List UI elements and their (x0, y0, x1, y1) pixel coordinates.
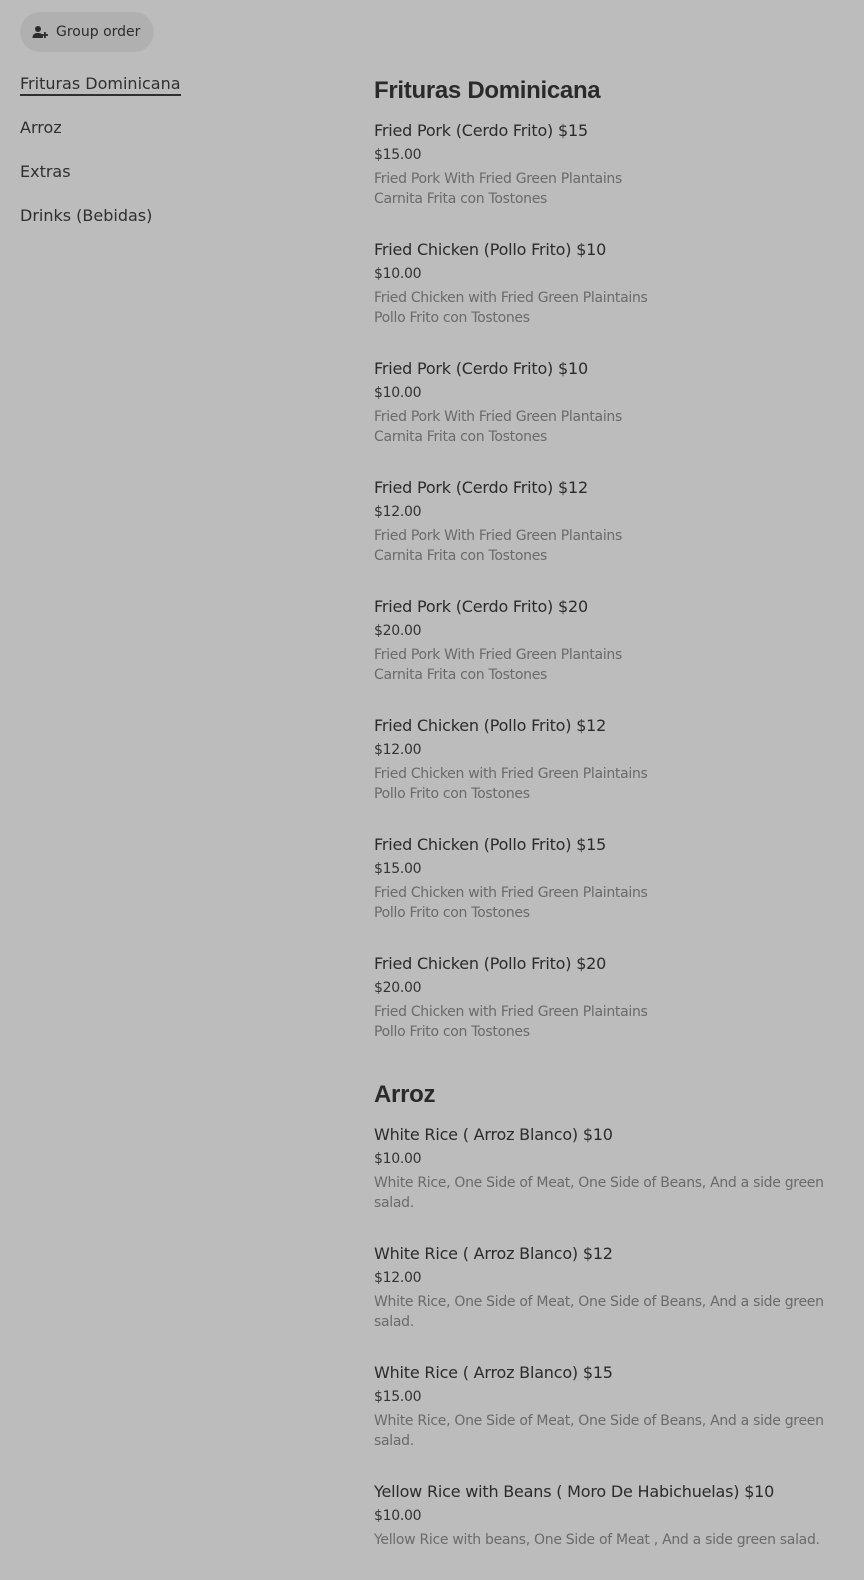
sidebar-item-label: Arroz (20, 118, 62, 137)
item-name: Fried Pork (Cerdo Frito) $15 (374, 121, 588, 140)
item-name: Fried Chicken (Pollo Frito) $20 (374, 954, 607, 973)
item-name: White Rice ( Arroz Blanco) $10 (374, 1125, 613, 1144)
item-price: $15.00 (374, 861, 422, 877)
menu-item[interactable]: White Rice ( Arroz Blanco) $10 $10.00 Wh… (374, 1124, 854, 1213)
menu-content: Frituras Dominicana Fried Pork (Cerdo Fr… (374, 76, 854, 1580)
item-description-line: Carnita Frita con Tostones (374, 548, 547, 564)
item-description: Fried Pork With Fried Green Plantains Ca… (374, 526, 854, 566)
item-description: Fried Pork With Fried Green Plantains Ca… (374, 407, 854, 447)
group-order-label: Group order (56, 24, 141, 40)
menu-item[interactable]: Fried Chicken (Pollo Frito) $15 $15.00 F… (374, 834, 854, 923)
item-name: White Rice ( Arroz Blanco) $15 (374, 1363, 613, 1382)
item-name: Fried Chicken (Pollo Frito) $12 (374, 716, 607, 735)
item-description-line: Pollo Frito con Tostones (374, 1024, 530, 1040)
item-description: White Rice, One Side of Meat, One Side o… (374, 1411, 854, 1451)
item-description-line: Pollo Frito con Tostones (374, 905, 530, 921)
item-description: Fried Chicken with Fried Green Plaintain… (374, 288, 854, 328)
item-price: $10.00 (374, 1151, 422, 1167)
menu-item[interactable]: Fried Pork (Cerdo Frito) $10 $10.00 Frie… (374, 358, 854, 447)
item-price: $20.00 (374, 980, 422, 996)
item-name: Fried Pork (Cerdo Frito) $12 (374, 478, 588, 497)
item-description-line: Fried Chicken with Fried Green Plaintain… (374, 1004, 648, 1020)
menu-item[interactable]: Fried Chicken (Pollo Frito) $10 $10.00 F… (374, 239, 854, 328)
item-description-line: Fried Pork With Fried Green Plantains (374, 171, 622, 187)
item-price: $10.00 (374, 385, 422, 401)
item-price: $10.00 (374, 266, 422, 282)
menu-item[interactable]: Fried Pork (Cerdo Frito) $15 $15.00 Frie… (374, 120, 854, 209)
item-description-line: Fried Pork With Fried Green Plantains (374, 409, 622, 425)
item-description-line: Fried Pork With Fried Green Plantains (374, 647, 622, 663)
item-price: $12.00 (374, 504, 422, 520)
menu-item[interactable]: Fried Pork (Cerdo Frito) $20 $20.00 Frie… (374, 596, 854, 685)
item-description: White Rice, One Side of Meat, One Side o… (374, 1292, 854, 1332)
add-person-icon (32, 24, 48, 40)
sidebar-item-drinks[interactable]: Drinks (Bebidas) (20, 204, 340, 228)
item-description-line: Carnita Frita con Tostones (374, 429, 547, 445)
menu-item[interactable]: Fried Chicken (Pollo Frito) $20 $20.00 F… (374, 953, 854, 1042)
item-name: Fried Pork (Cerdo Frito) $10 (374, 359, 588, 378)
item-name: Fried Chicken (Pollo Frito) $15 (374, 835, 607, 854)
menu-item[interactable]: White Rice ( Arroz Blanco) $12 $12.00 Wh… (374, 1243, 854, 1332)
item-description: Fried Pork With Fried Green Plantains Ca… (374, 169, 854, 209)
item-price: $12.00 (374, 742, 422, 758)
section-title: Arroz (374, 1081, 436, 1108)
item-description: Fried Pork With Fried Green Plantains Ca… (374, 645, 854, 685)
section-title: Frituras Dominicana (374, 77, 601, 104)
menu-item[interactable]: Yellow Rice with Beans ( Moro De Habichu… (374, 1481, 854, 1550)
item-description-line: Fried Pork With Fried Green Plantains (374, 528, 622, 544)
item-description: Yellow Rice with beans, One Side of Meat… (374, 1530, 854, 1550)
item-name: Fried Pork (Cerdo Frito) $20 (374, 597, 588, 616)
sidebar-item-label: Drinks (Bebidas) (20, 206, 153, 225)
group-order-button[interactable]: Group order (20, 12, 154, 52)
item-description-line: Pollo Frito con Tostones (374, 786, 530, 802)
item-name: White Rice ( Arroz Blanco) $12 (374, 1244, 613, 1263)
sidebar-item-label: Extras (20, 162, 71, 181)
item-description: Fried Chicken with Fried Green Plaintain… (374, 764, 854, 804)
category-nav: Frituras Dominicana Arroz Extras Drinks … (20, 72, 340, 248)
item-description: Fried Chicken with Fried Green Plaintain… (374, 883, 854, 923)
menu-item[interactable]: Fried Chicken (Pollo Frito) $12 $12.00 F… (374, 715, 854, 804)
sidebar-item-label: Frituras Dominicana (20, 74, 181, 96)
item-description-line: Fried Chicken with Fried Green Plaintain… (374, 290, 648, 306)
item-description-line: White Rice, One Side of Meat, One Side o… (374, 1175, 824, 1211)
item-description: White Rice, One Side of Meat, One Side o… (374, 1173, 854, 1213)
item-description-line: Pollo Frito con Tostones (374, 310, 530, 326)
sidebar-item-arroz[interactable]: Arroz (20, 116, 340, 140)
item-name: Yellow Rice with Beans ( Moro De Habichu… (374, 1482, 775, 1501)
item-description-line: Carnita Frita con Tostones (374, 667, 547, 683)
item-price: $15.00 (374, 147, 422, 163)
item-price: $15.00 (374, 1389, 422, 1405)
item-description-line: Fried Chicken with Fried Green Plaintain… (374, 885, 648, 901)
item-price: $20.00 (374, 623, 422, 639)
item-price: $12.00 (374, 1270, 422, 1286)
item-description-line: Yellow Rice with beans, One Side of Meat… (374, 1532, 820, 1548)
menu-section-arroz: Arroz White Rice ( Arroz Blanco) $10 $10… (374, 1080, 854, 1550)
item-price: $10.00 (374, 1508, 422, 1524)
sidebar-item-extras[interactable]: Extras (20, 160, 340, 184)
item-description: Fried Chicken with Fried Green Plaintain… (374, 1002, 854, 1042)
sidebar-item-frituras-dominicana[interactable]: Frituras Dominicana (20, 72, 340, 96)
item-description-line: Fried Chicken with Fried Green Plaintain… (374, 766, 648, 782)
item-name: Fried Chicken (Pollo Frito) $10 (374, 240, 607, 259)
item-description-line: Carnita Frita con Tostones (374, 191, 547, 207)
item-description-line: White Rice, One Side of Meat, One Side o… (374, 1413, 824, 1449)
item-description-line: White Rice, One Side of Meat, One Side o… (374, 1294, 824, 1330)
menu-item[interactable]: White Rice ( Arroz Blanco) $15 $15.00 Wh… (374, 1362, 854, 1451)
menu-item[interactable]: Fried Pork (Cerdo Frito) $12 $12.00 Frie… (374, 477, 854, 566)
menu-section-frituras-dominicana: Frituras Dominicana Fried Pork (Cerdo Fr… (374, 76, 854, 1042)
